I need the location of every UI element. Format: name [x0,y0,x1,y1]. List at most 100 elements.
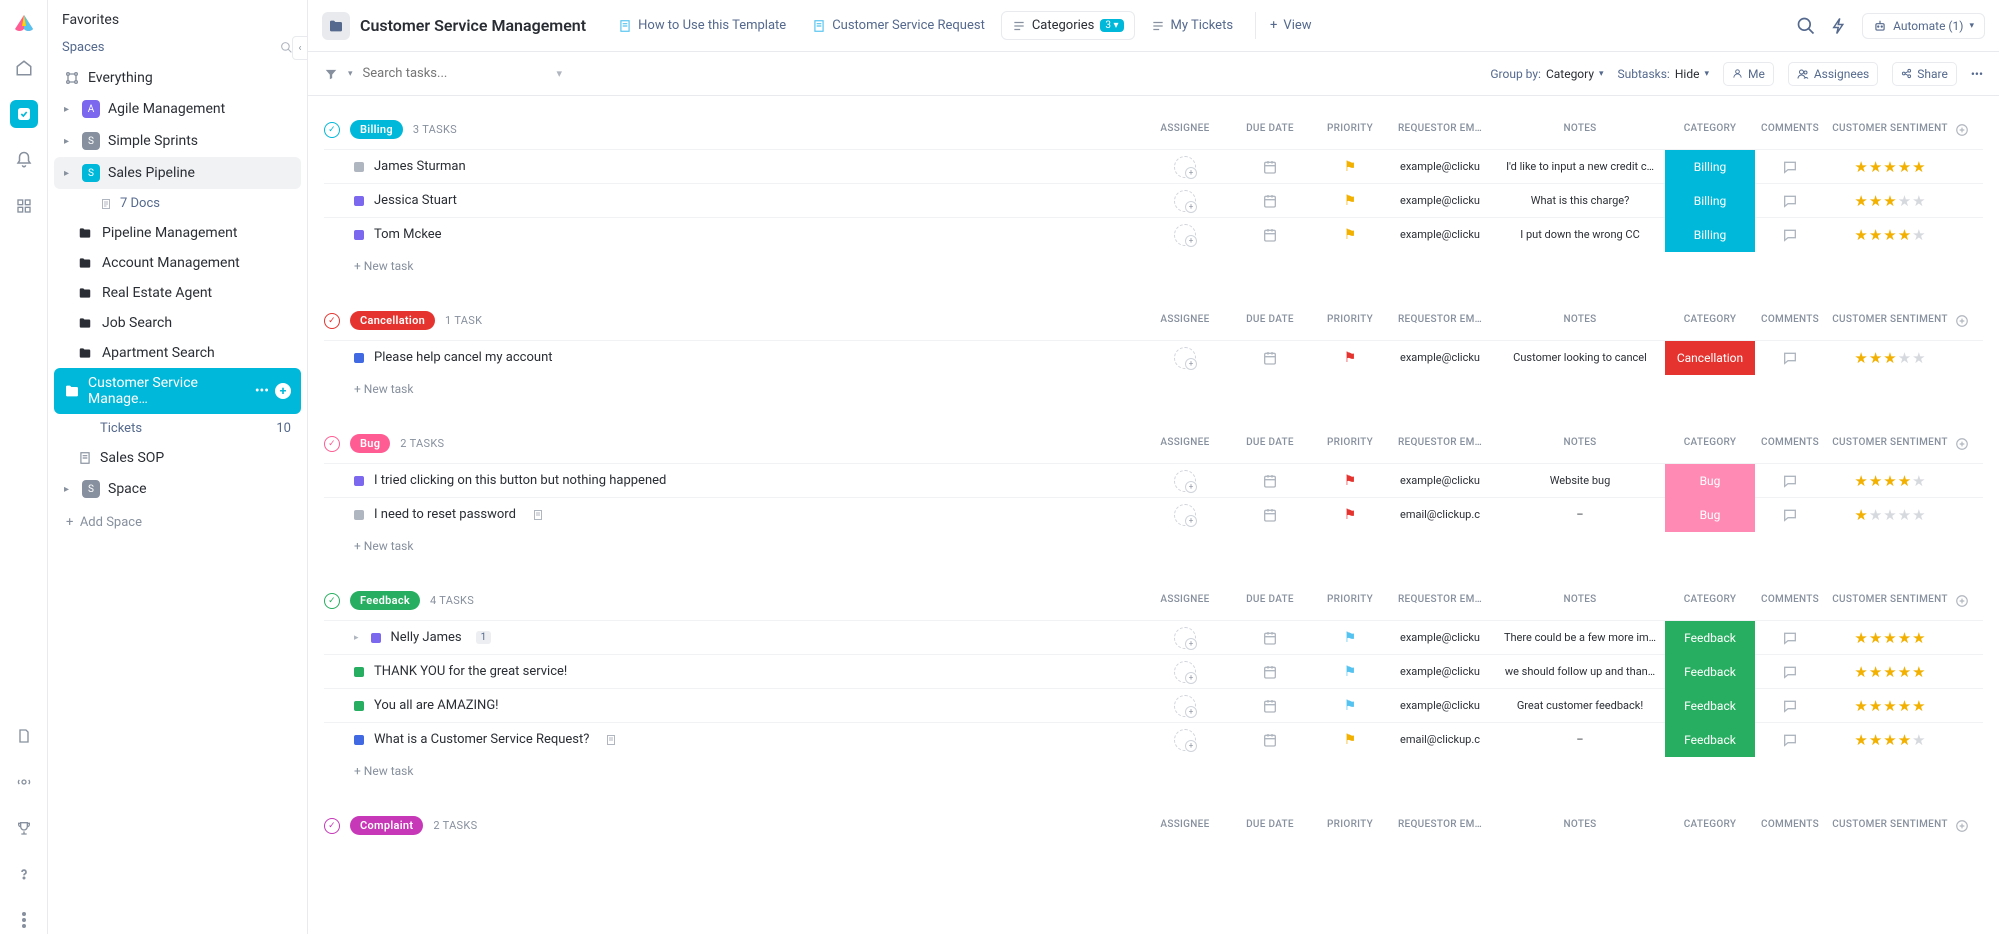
task-name[interactable]: You all are AMAZING! [374,698,499,713]
docs-icon[interactable] [10,722,38,750]
col-priority[interactable]: PRIORITY [1315,123,1385,137]
col-sentiment[interactable]: CUSTOMER SENTIMENT [1825,819,1955,833]
nav-folder-item[interactable]: Job Search [54,308,301,338]
col-comments[interactable]: COMMENTS [1755,314,1825,328]
category-cell[interactable]: Feedback [1665,723,1755,757]
status-icon[interactable] [354,667,364,677]
comment-icon[interactable] [1782,732,1798,748]
requestor-email[interactable]: email@clickup.c [1385,498,1495,532]
tab-categories[interactable]: Categories 3 ▾ [1001,11,1135,40]
col-due[interactable]: DUE DATE [1225,314,1315,328]
favorites-header[interactable]: Favorites [48,0,307,32]
group-toggle[interactable]: ✓ [324,818,340,834]
group-toggle[interactable]: ✓ [324,436,340,452]
nav-sales-sop[interactable]: Sales SOP [54,443,301,473]
assignees-button[interactable]: Assignees [1788,62,1878,86]
nav-docs[interactable]: 7 Docs [54,189,301,218]
doc-icon[interactable] [605,734,617,746]
category-cell[interactable]: Bug [1665,464,1755,498]
status-icon[interactable] [354,230,364,240]
status-icon[interactable] [354,735,364,745]
col-assignee[interactable]: ASSIGNEE [1145,123,1225,137]
requestor-email[interactable]: example@clicku [1385,464,1495,498]
sentiment-stars[interactable]: ★★★★★ [1854,226,1925,244]
col-assignee[interactable]: ASSIGNEE [1145,314,1225,328]
assignee-placeholder[interactable] [1174,347,1196,369]
status-icon[interactable] [354,196,364,206]
comment-icon[interactable] [1782,193,1798,209]
new-task-button[interactable]: + New task [324,374,1983,404]
comment-icon[interactable] [1782,159,1798,175]
col-due[interactable]: DUE DATE [1225,819,1315,833]
notes-cell[interactable]: we should follow up and than… [1495,655,1665,689]
more-icon[interactable]: ••• [1971,67,1983,81]
flag-icon[interactable]: ⚑ [1344,473,1357,489]
add-view-button[interactable]: + View [1255,12,1322,39]
task-name[interactable]: Please help cancel my account [374,350,553,365]
assignee-placeholder[interactable] [1174,190,1196,212]
col-notes[interactable]: NOTES [1495,314,1665,328]
status-icon[interactable] [371,633,381,643]
requestor-email[interactable]: example@clicku [1385,150,1495,184]
task-name[interactable]: Nelly James [391,630,462,645]
comment-icon[interactable] [1782,630,1798,646]
sentiment-stars[interactable]: ★★★★★ [1854,731,1925,749]
help-icon[interactable] [10,860,38,888]
group-label[interactable]: Cancellation [350,311,435,330]
col-email[interactable]: REQUESTOR EM… [1385,594,1495,608]
assignee-placeholder[interactable] [1174,224,1196,246]
calendar-icon[interactable] [1262,664,1278,680]
comment-icon[interactable] [1782,473,1798,489]
requestor-email[interactable]: example@clicku [1385,341,1495,375]
assignee-placeholder[interactable] [1174,504,1196,526]
task-name[interactable]: I need to reset password [374,507,516,522]
task-row[interactable]: You all are AMAZING! ⚑ example@clicku Gr… [324,688,1983,722]
calendar-icon[interactable] [1262,227,1278,243]
home-icon[interactable] [10,54,38,82]
category-cell[interactable]: Billing [1665,184,1755,218]
status-icon[interactable] [354,476,364,486]
add-column-button[interactable] [1955,594,1983,608]
search-input[interactable] [363,66,543,81]
col-notes[interactable]: NOTES [1495,123,1665,137]
status-icon[interactable] [354,162,364,172]
tasks-icon[interactable] [10,100,38,128]
task-row[interactable]: What is a Customer Service Request? ⚑ em… [324,722,1983,756]
group-by-select[interactable]: Group by: Category ▾ [1490,67,1603,81]
col-sentiment[interactable]: CUSTOMER SENTIMENT [1825,123,1955,137]
flag-icon[interactable]: ⚑ [1344,193,1357,209]
notes-cell[interactable]: What is this charge? [1495,184,1665,218]
task-row[interactable]: Jessica Stuart ⚑ example@clicku What is … [324,183,1983,217]
group-label[interactable]: Feedback [350,591,420,610]
requestor-email[interactable]: example@clicku [1385,655,1495,689]
tab-my-tickets[interactable]: My Tickets [1141,11,1244,40]
nav-tickets[interactable]: Tickets 10 [54,414,301,443]
sentiment-stars[interactable]: ★★★★★ [1854,506,1925,524]
group-label[interactable]: Billing [350,120,403,139]
task-row[interactable]: I tried clicking on this button but noth… [324,463,1983,497]
flag-icon[interactable]: ⚑ [1344,732,1357,748]
nav-folder-item[interactable]: Account Management [54,248,301,278]
folder-icon[interactable] [322,12,350,40]
task-row[interactable]: Tom Mckee ⚑ example@clicku I put down th… [324,217,1983,251]
nav-folder-item[interactable]: Real Estate Agent [54,278,301,308]
add-column-button[interactable] [1955,819,1983,833]
col-comments[interactable]: COMMENTS [1755,594,1825,608]
col-priority[interactable]: PRIORITY [1315,594,1385,608]
col-due[interactable]: DUE DATE [1225,594,1315,608]
col-sentiment[interactable]: CUSTOMER SENTIMENT [1825,314,1955,328]
col-comments[interactable]: COMMENTS [1755,123,1825,137]
add-icon[interactable]: + [275,383,291,399]
assignee-placeholder[interactable] [1174,695,1196,717]
requestor-email[interactable]: example@clicku [1385,621,1495,655]
category-cell[interactable]: Billing [1665,150,1755,184]
requestor-email[interactable]: example@clicku [1385,218,1495,252]
comment-icon[interactable] [1782,664,1798,680]
col-due[interactable]: DUE DATE [1225,437,1315,451]
add-column-button[interactable] [1955,123,1983,137]
col-email[interactable]: REQUESTOR EM… [1385,123,1495,137]
comment-icon[interactable] [1782,698,1798,714]
col-category[interactable]: CATEGORY [1665,314,1755,328]
chevron-down-icon[interactable]: ▾ [557,67,563,80]
col-comments[interactable]: COMMENTS [1755,437,1825,451]
